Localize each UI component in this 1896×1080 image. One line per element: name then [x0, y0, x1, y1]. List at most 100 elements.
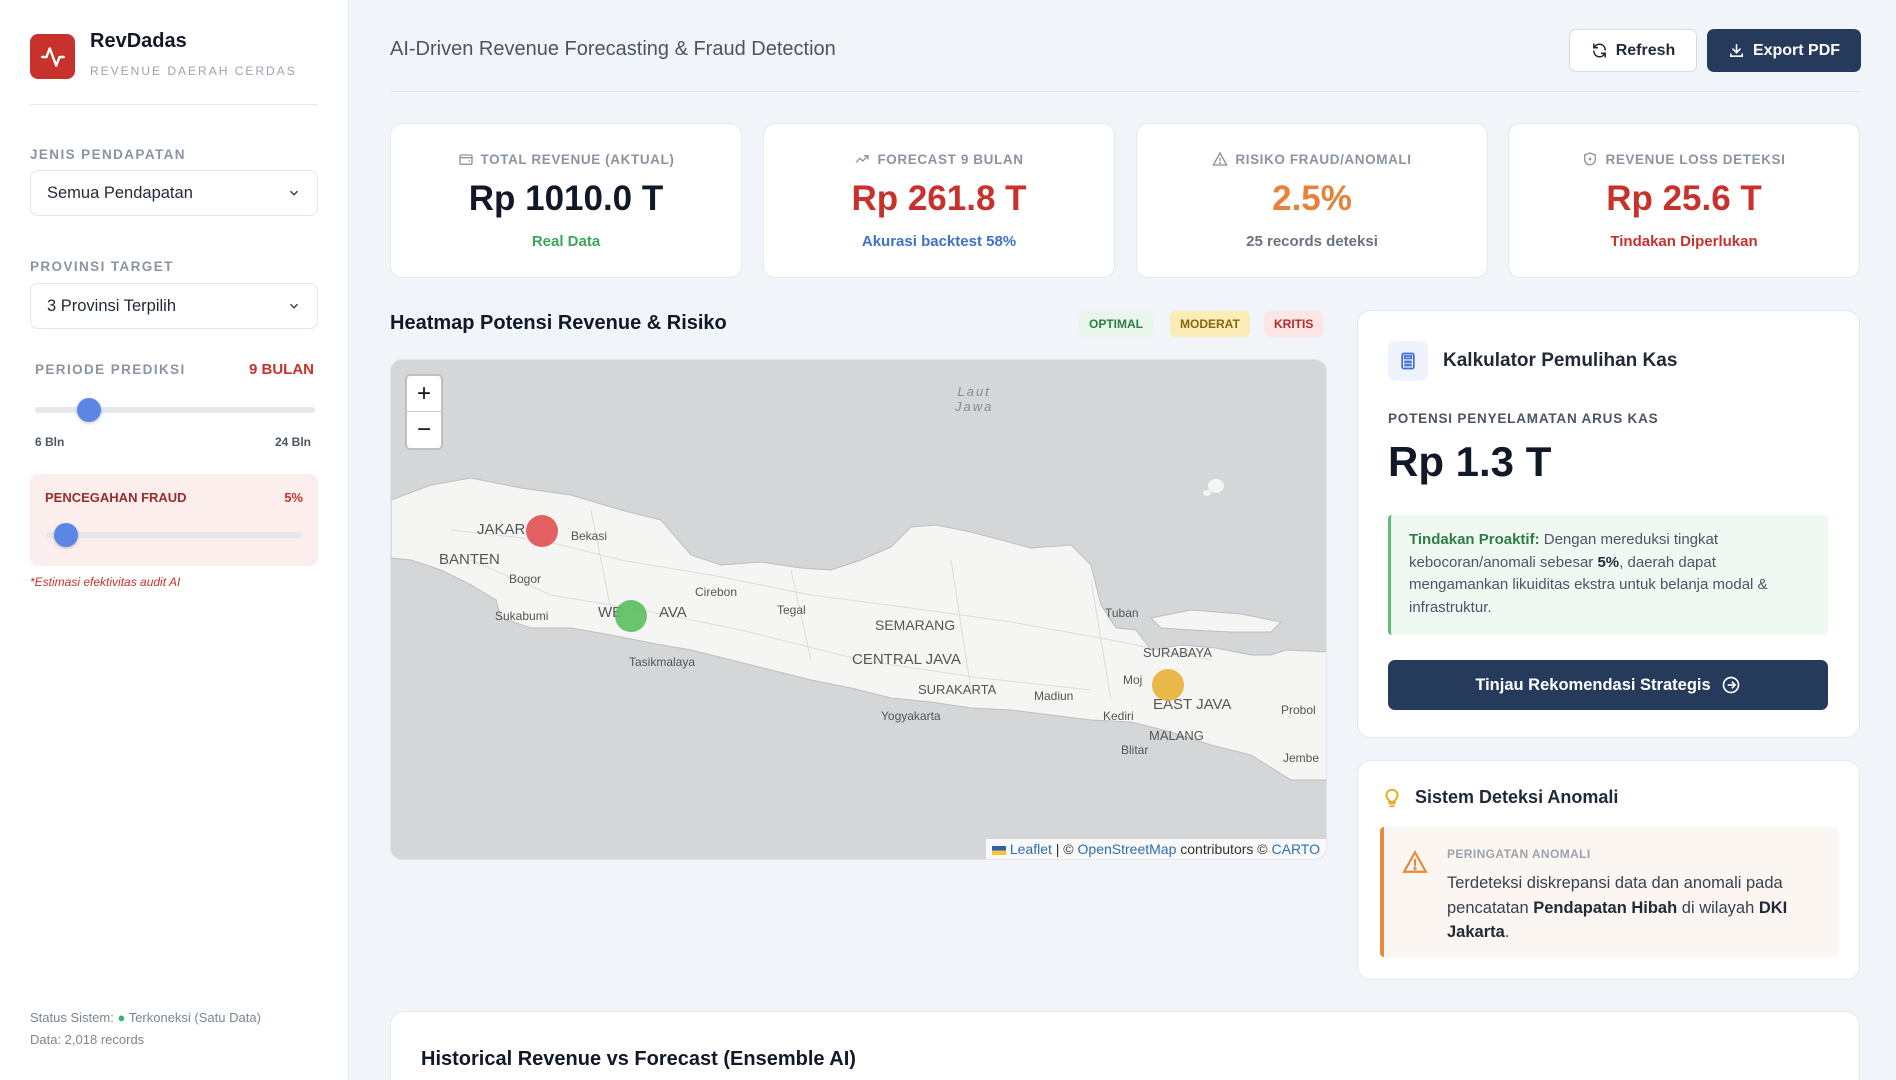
- anomaly-text-part: di wilayah: [1677, 898, 1759, 917]
- review-strategy-button[interactable]: Tinjau Rekomendasi Strategis: [1388, 660, 1828, 710]
- fraud-prevention-label: PENCEGAHAN FRAUD: [45, 490, 187, 505]
- kpi-card-fraud-risk: RISIKO FRAUD/ANOMALI 2.5% 25 records det…: [1136, 123, 1488, 278]
- map-label-banten: BANTEN: [439, 551, 500, 568]
- provinsi-target-select[interactable]: 3 Provinsi Terpilih: [30, 283, 318, 329]
- proactive-action-note: Tindakan Proaktif: Dengan mereduksi ting…: [1388, 515, 1828, 635]
- lightbulb-icon: [1385, 788, 1399, 808]
- cash-recovery-value: Rp 1.3 T: [1388, 438, 1552, 485]
- brand-title: RevDadas: [90, 30, 187, 52]
- history-chart-title: Historical Revenue vs Forecast (Ensemble…: [421, 1048, 856, 1070]
- periode-slider-thumb[interactable]: [77, 398, 101, 422]
- calculator-icon-box: [1388, 341, 1428, 381]
- leaflet-link[interactable]: Leaflet: [1010, 841, 1052, 857]
- zoom-out-button[interactable]: −: [407, 412, 441, 448]
- refresh-button[interactable]: Refresh: [1569, 29, 1697, 72]
- kpi-card-total-revenue: TOTAL REVENUE (AKTUAL) Rp 1010.0 T Real …: [390, 123, 742, 278]
- alert-triangle-icon: [1402, 850, 1428, 873]
- system-status: Status Sistem: ● Terkoneksi (Satu Data): [30, 1010, 261, 1025]
- map-label-cirebon: Cirebon: [695, 585, 738, 599]
- status-text: Terkoneksi (Satu Data): [128, 1010, 261, 1025]
- logo: [30, 34, 75, 79]
- kpi-value: Rp 261.8 T: [851, 179, 1027, 218]
- data-records: Data: 2,018 records: [30, 1032, 145, 1047]
- export-pdf-button[interactable]: Export PDF: [1707, 29, 1861, 72]
- osm-link[interactable]: OpenStreetMap: [1078, 841, 1177, 857]
- madura-island: [1149, 609, 1283, 633]
- refresh-icon: [1592, 43, 1606, 58]
- export-pdf-label: Export PDF: [1752, 41, 1841, 59]
- header-divider: [390, 91, 1860, 92]
- kpi-note: Real Data: [531, 233, 601, 250]
- kpi-note: Tindakan Diperlukan: [1610, 233, 1758, 250]
- legend-moderat: MODERAT: [1170, 311, 1250, 337]
- map-label-bogor: Bogor: [509, 572, 542, 586]
- attribution-separator: | ©: [1051, 841, 1078, 857]
- map-label-jakarta: JAKAR: [477, 521, 526, 538]
- fraud-prevention-panel: PENCEGAHAN FRAUD 5%: [30, 474, 318, 566]
- small-island: [1203, 490, 1211, 496]
- download-icon: [1729, 44, 1743, 57]
- pulse-icon: [40, 46, 65, 67]
- calculator-title: Kalkulator Pemulihan Kas: [1443, 350, 1678, 371]
- anomaly-text-part: .: [1504, 923, 1510, 941]
- heatmap-map[interactable]: Laut Jawa JAKAR Bekasi BANTEN Bogor Sukab…: [390, 359, 1327, 860]
- map-label-semarang: SEMARANG: [875, 617, 956, 633]
- fraud-slider-track[interactable]: [46, 532, 302, 538]
- chevron-down-icon: [289, 303, 299, 309]
- kpi-label-text: RISIKO FRAUD/ANOMALI: [1235, 151, 1412, 167]
- map-attribution: Leaflet | © OpenStreetMap contributors ©…: [985, 839, 1326, 859]
- map-label-surabaya: SURABAYA: [1143, 645, 1212, 660]
- page-title: AI-Driven Revenue Forecasting & Fraud De…: [390, 38, 836, 60]
- carto-link[interactable]: CARTO: [1272, 841, 1321, 857]
- laut-label-text: Laut: [957, 384, 991, 399]
- map-marker-moderat-jatim[interactable]: [1152, 669, 1184, 701]
- kpi-value: Rp 1010.0 T: [468, 179, 664, 218]
- legend-kritis: KRITIS: [1264, 311, 1324, 337]
- map-label-sukabumi: Sukabumi: [495, 609, 549, 623]
- kpi-label: REVENUE LOSS DETEKSI: [1509, 151, 1859, 167]
- periode-max-label: 24 Bln: [275, 435, 312, 449]
- map-label-yogyakarta: Yogyakarta: [881, 709, 941, 723]
- provinsi-target-value: 3 Provinsi Terpilih: [47, 296, 177, 315]
- map-label-mojo: Moj: [1123, 673, 1143, 687]
- map-title: Heatmap Potensi Revenue & Risiko: [390, 312, 727, 334]
- fraud-prevention-value: 5%: [284, 490, 303, 505]
- jenis-pendapatan-value: Semua Pendapatan: [47, 183, 193, 202]
- chevron-down-icon: [289, 190, 299, 196]
- anomaly-warning-text: Terdeteksi diskrepansi data dan anomali …: [1447, 871, 1827, 945]
- anomaly-title: Sistem Deteksi Anomali: [1415, 787, 1619, 807]
- sidebar: RevDadas REVENUE DAERAH CERDAS JENIS PEN…: [0, 0, 349, 1080]
- jawa-label-text: Jawa: [955, 399, 994, 414]
- flag-icon: [991, 845, 1006, 855]
- fraud-slider-thumb[interactable]: [54, 523, 78, 547]
- map-marker-kritis-jakarta[interactable]: [526, 515, 558, 547]
- anomaly-warning: PERINGATAN ANOMALI Terdeteksi diskrepans…: [1380, 827, 1839, 957]
- map-label-tuban: Tuban: [1105, 606, 1139, 620]
- kpi-label: FORECAST 9 BULAN: [764, 151, 1114, 167]
- kpi-card-revenue-loss: REVENUE LOSS DETEKSI Rp 25.6 T Tindakan …: [1508, 123, 1860, 278]
- periode-prediksi-value: 9 BULAN: [248, 361, 314, 378]
- kpi-label-text: FORECAST 9 BULAN: [877, 151, 1024, 167]
- map-label-kediri: Kediri: [1103, 709, 1134, 723]
- map-label-jember: Jembe: [1283, 751, 1320, 765]
- review-strategy-label: Tinjau Rekomendasi Strategis: [1475, 675, 1711, 694]
- refresh-label: Refresh: [1615, 41, 1676, 59]
- map-label-malang: MALANG: [1149, 728, 1204, 743]
- anomaly-card: Sistem Deteksi Anomali PERINGATAN ANOMAL…: [1357, 760, 1860, 980]
- map-label-tegal: Tegal: [777, 603, 806, 617]
- zoom-in-button[interactable]: +: [407, 376, 441, 412]
- kpi-note: Akurasi backtest 58%: [861, 233, 1017, 250]
- map-marker-optimal-jabar[interactable]: [615, 600, 647, 632]
- kpi-label: RISIKO FRAUD/ANOMALI: [1137, 151, 1487, 167]
- map-label-bekasi: Bekasi: [571, 529, 608, 543]
- calculator-card: Kalkulator Pemulihan Kas POTENSI PENYELA…: [1357, 310, 1860, 738]
- map-label-central-java: CENTRAL JAVA: [852, 651, 961, 668]
- brand-subtitle: REVENUE DAERAH CERDAS: [90, 64, 297, 78]
- kpi-label-text: REVENUE LOSS DETEKSI: [1605, 151, 1786, 167]
- map-label-west-java-b: AVA: [659, 604, 687, 621]
- divider: [30, 104, 318, 105]
- jenis-pendapatan-select[interactable]: Semua Pendapatan: [30, 170, 318, 216]
- map-label-tasikmalaya: Tasikmalaya: [629, 655, 696, 669]
- periode-min-label: 6 Bln: [35, 435, 65, 449]
- kpi-note: 25 records deteksi: [1246, 233, 1378, 250]
